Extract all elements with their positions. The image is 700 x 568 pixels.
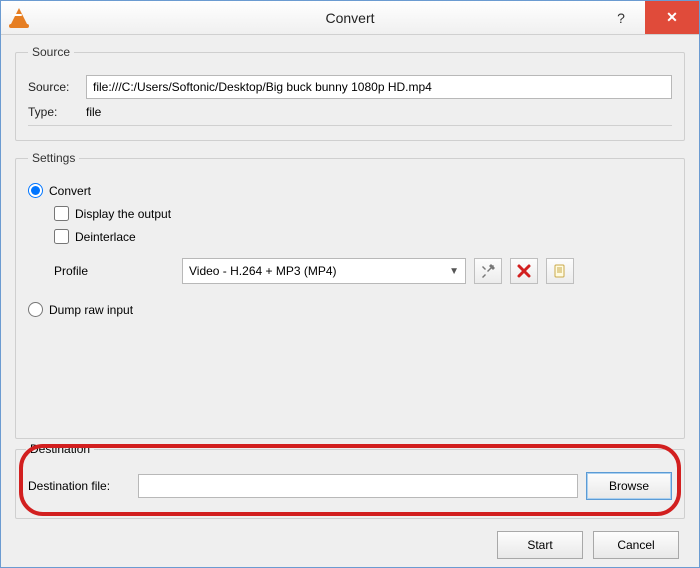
display-output-row[interactable]: Display the output <box>54 206 672 221</box>
window-title: Convert <box>1 10 699 26</box>
settings-group: Settings Convert Display the output Dein… <box>15 151 685 439</box>
display-output-label: Display the output <box>75 207 171 221</box>
convert-radio-label: Convert <box>49 184 91 198</box>
type-value: file <box>86 105 101 119</box>
new-profile-button[interactable] <box>546 258 574 284</box>
dialog-footer: Start Cancel <box>15 529 685 559</box>
source-legend: Source <box>28 45 74 59</box>
vlc-cone-icon <box>9 8 29 28</box>
display-output-checkbox[interactable] <box>54 206 69 221</box>
convert-radio[interactable] <box>28 183 43 198</box>
destination-file-label: Destination file: <box>28 479 130 493</box>
destination-group: Destination Destination file: Browse <box>15 449 685 519</box>
dump-radio-row[interactable]: Dump raw input <box>28 302 672 317</box>
deinterlace-label: Deinterlace <box>75 230 136 244</box>
help-button[interactable]: ? <box>597 1 645 34</box>
delete-x-icon <box>516 263 532 279</box>
destination-legend: Destination <box>26 442 94 456</box>
source-input[interactable] <box>86 75 672 99</box>
wrench-icon <box>480 263 496 279</box>
edit-profile-button[interactable] <box>474 258 502 284</box>
convert-radio-row[interactable]: Convert <box>28 183 672 198</box>
settings-legend: Settings <box>28 151 79 165</box>
convert-dialog: Convert ? ✕ Source Source: Type: file Se… <box>0 0 700 568</box>
deinterlace-checkbox[interactable] <box>54 229 69 244</box>
chevron-down-icon: ▼ <box>449 266 459 277</box>
delete-profile-button[interactable] <box>510 258 538 284</box>
cancel-button[interactable]: Cancel <box>593 531 679 559</box>
browse-button[interactable]: Browse <box>586 472 672 500</box>
titlebar: Convert ? ✕ <box>1 1 699 35</box>
start-button[interactable]: Start <box>497 531 583 559</box>
dump-radio[interactable] <box>28 302 43 317</box>
deinterlace-row[interactable]: Deinterlace <box>54 229 672 244</box>
profile-select[interactable]: Video - H.264 + MP3 (MP4) ▼ <box>182 258 466 284</box>
source-group: Source Source: Type: file <box>15 45 685 141</box>
profile-selected-value: Video - H.264 + MP3 (MP4) <box>189 264 337 278</box>
divider <box>28 125 672 126</box>
close-button[interactable]: ✕ <box>645 1 699 34</box>
dialog-body: Source Source: Type: file Settings Conve… <box>1 35 699 567</box>
source-label: Source: <box>28 80 78 94</box>
new-file-icon <box>552 263 568 279</box>
profile-label: Profile <box>54 264 174 278</box>
dump-radio-label: Dump raw input <box>49 303 133 317</box>
window-controls: ? ✕ <box>597 1 699 34</box>
destination-file-input[interactable] <box>138 474 578 498</box>
type-label: Type: <box>28 105 78 119</box>
